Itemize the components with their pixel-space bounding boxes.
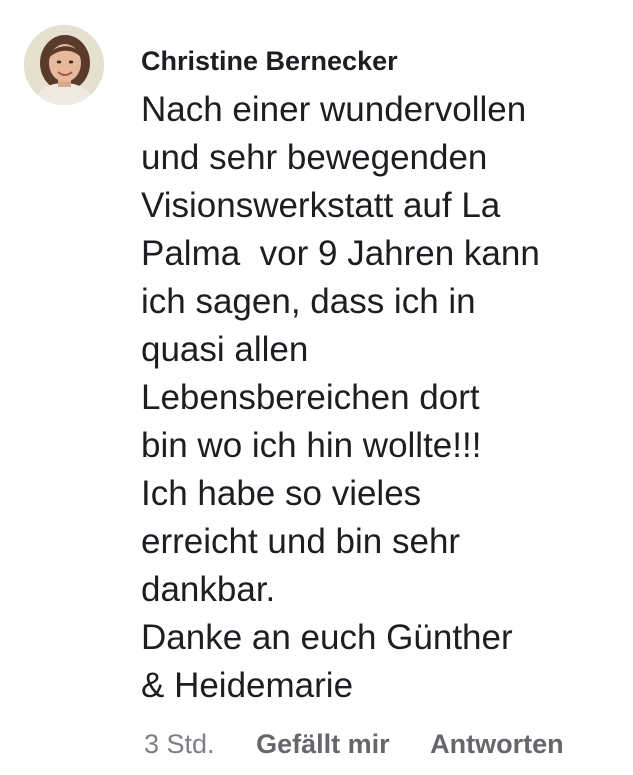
comment: Christine Bernecker Nach einer wundervol… xyxy=(0,0,633,775)
comment-text-line: erreicht und bin sehr xyxy=(141,522,461,561)
profile-photo-icon xyxy=(24,25,104,105)
comment-author-name[interactable]: Christine Bernecker xyxy=(141,44,398,78)
comment-text-line: bin wo ich hin wollte!!! xyxy=(141,426,482,465)
comment-text-line: dankbar. xyxy=(141,570,276,609)
comment-text-line: Lebensbereichen dort xyxy=(141,378,480,417)
comment-text: Nach einer wundervollen und sehr bewegen… xyxy=(141,86,621,710)
comment-timestamp[interactable]: 3 Std. xyxy=(144,726,215,762)
reply-button[interactable]: Antworten xyxy=(430,726,563,762)
comment-text-line: Palma vor 9 Jahren kann xyxy=(141,234,540,273)
avatar[interactable] xyxy=(24,25,104,105)
comment-text-line: Nach einer wundervollen xyxy=(141,90,527,129)
comment-text-line: und sehr bewegenden xyxy=(141,138,488,177)
comment-text-line: & Heidemarie xyxy=(141,666,354,705)
like-button[interactable]: Gefällt mir xyxy=(256,726,390,762)
comment-text-line: ich sagen, dass ich in xyxy=(141,282,476,321)
comment-text-line: quasi allen xyxy=(141,330,309,369)
comment-actions: 3 Std. Gefällt mir Antworten xyxy=(144,726,564,762)
comment-text-line: Ich habe so vieles xyxy=(141,474,422,513)
comment-text-line: Visionswerkstatt auf La xyxy=(141,186,501,225)
comment-text-line: Danke an euch Günther xyxy=(141,618,513,657)
